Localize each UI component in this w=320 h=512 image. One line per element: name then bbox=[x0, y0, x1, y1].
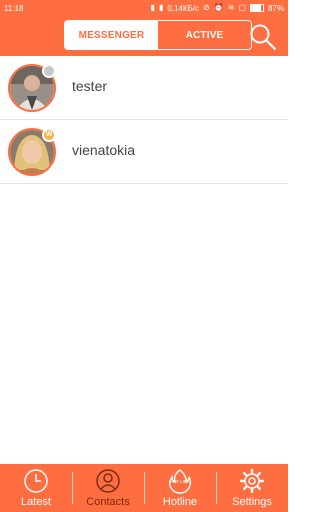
nav-settings-label: Settings bbox=[232, 496, 272, 508]
tab-active-label: ACTIVE bbox=[185, 29, 224, 41]
nav-latest[interactable]: Latest bbox=[0, 464, 72, 512]
battery-percent: 87% bbox=[267, 3, 284, 13]
status-bar: 11:18 ▮ ▮ 0,14КБ/с ⊘ ⏰ ≋ ▢ 87% bbox=[0, 0, 288, 16]
nav-settings[interactable]: Settings bbox=[216, 464, 288, 512]
search-icon bbox=[250, 24, 277, 51]
network-speed: 0,14КБ/с bbox=[167, 3, 200, 13]
nav-latest-label: Latest bbox=[21, 496, 51, 508]
nav-contacts[interactable]: Contacts bbox=[72, 464, 144, 512]
search-button[interactable] bbox=[248, 22, 278, 52]
gear-icon bbox=[239, 468, 265, 494]
tab-active[interactable]: ACTIVE bbox=[158, 21, 251, 49]
signal-icon: ▮ bbox=[150, 3, 155, 12]
bonus-badge-icon: W bbox=[42, 128, 56, 142]
wifi-icon: ≋ bbox=[227, 3, 235, 12]
sim-icon: ▢ bbox=[238, 3, 246, 12]
app-header: MESSENGER ACTIVE bbox=[0, 16, 288, 56]
nav-contacts-label: Contacts bbox=[86, 496, 130, 508]
nav-hotline[interactable]: HOT LINE Hotline bbox=[144, 464, 216, 512]
tab-messenger-label: MESSENGER bbox=[78, 29, 145, 41]
signal-icon: ▮ bbox=[158, 3, 164, 12]
hotline-icon: HOT LINE bbox=[169, 469, 192, 494]
bonus-badge-text: W bbox=[45, 131, 53, 138]
battery-icon bbox=[249, 4, 264, 12]
contact-list: tester W vienatokia bbox=[0, 56, 288, 184]
tab-switcher: MESSENGER ACTIVE bbox=[64, 20, 252, 50]
alarm-off-icon: ⊘ bbox=[203, 3, 210, 12]
list-item[interactable]: W vienatokia bbox=[0, 120, 288, 184]
battery-fill bbox=[250, 5, 262, 11]
nav-hotline-label: Hotline bbox=[162, 496, 198, 508]
clock-icon bbox=[24, 469, 48, 493]
list-item[interactable]: tester bbox=[0, 56, 288, 120]
bottom-nav: Latest Contacts HOT LINE Hotline Setting… bbox=[0, 464, 288, 512]
alarm-icon: ⏰ bbox=[213, 3, 224, 12]
offline-status-icon bbox=[42, 64, 56, 78]
contacts-icon bbox=[96, 469, 120, 493]
contact-name: tester bbox=[72, 78, 108, 94]
hotline-icon-text: HOT LINE bbox=[170, 479, 189, 484]
tab-messenger[interactable]: MESSENGER bbox=[65, 21, 158, 49]
contact-name: vienatokia bbox=[72, 142, 136, 158]
status-time: 11:18 bbox=[4, 3, 24, 13]
status-icons: ▮ ▮ 0,14КБ/с ⊘ ⏰ ≋ ▢ 87% bbox=[151, 4, 284, 13]
